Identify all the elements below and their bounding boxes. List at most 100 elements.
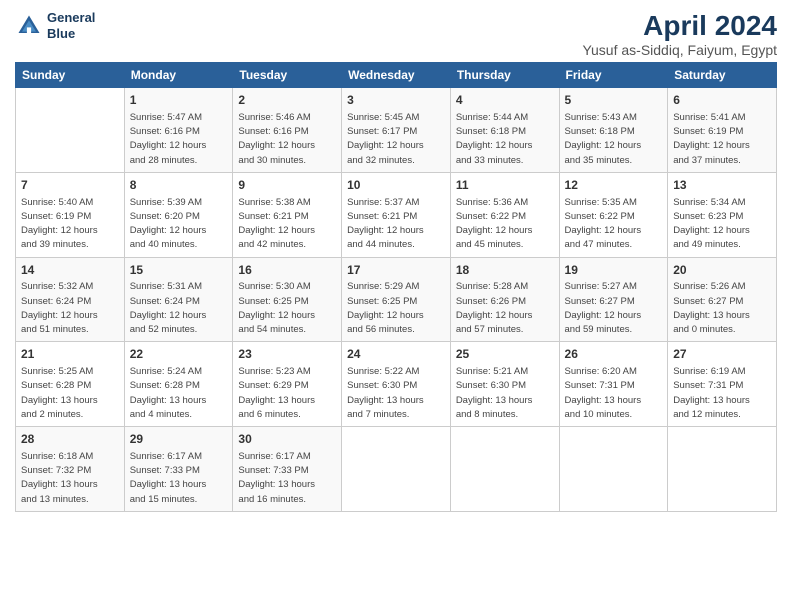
info-line: Daylight: 12 hours [21, 309, 119, 323]
day-info: Sunrise: 6:18 AMSunset: 7:32 PMDaylight:… [21, 450, 119, 507]
info-line: Sunset: 6:16 PM [130, 125, 228, 139]
day-number: 17 [347, 262, 445, 279]
day-cell: 11Sunrise: 5:36 AMSunset: 6:22 PMDayligh… [450, 172, 559, 257]
info-line: Sunset: 6:17 PM [347, 125, 445, 139]
day-cell: 25Sunrise: 5:21 AMSunset: 6:30 PMDayligh… [450, 342, 559, 427]
day-number: 26 [565, 346, 663, 363]
info-line: Sunset: 6:25 PM [347, 295, 445, 309]
day-cell: 29 Sunrise: 6:17 AMSunset: 7:33 PMDayligh… [124, 427, 233, 512]
info-line: Daylight: 13 hours [238, 478, 336, 492]
info-line: Daylight: 12 hours [565, 309, 663, 323]
info-line: Sunrise: 5:47 AM [130, 111, 228, 125]
day-info: Sunrise: 6:17 AMSunset: 7:33 PMDaylight:… [130, 450, 228, 507]
calendar-body: 1Sunrise: 5:47 AMSunset: 6:16 PMDaylight… [16, 88, 777, 512]
info-line: Daylight: 13 hours [565, 394, 663, 408]
day-info: Sunrise: 5:22 AMSunset: 6:30 PMDaylight:… [347, 365, 445, 422]
day-info: Sunrise: 5:34 AMSunset: 6:23 PMDaylight:… [673, 196, 771, 253]
info-line: Sunrise: 5:34 AM [673, 196, 771, 210]
info-line: Sunset: 7:33 PM [130, 464, 228, 478]
day-info: Sunrise: 5:35 AMSunset: 6:22 PMDaylight:… [565, 196, 663, 253]
day-info: Sunrise: 5:25 AMSunset: 6:28 PMDaylight:… [21, 365, 119, 422]
info-line: Daylight: 13 hours [347, 394, 445, 408]
info-line: Daylight: 12 hours [130, 309, 228, 323]
info-line: Sunrise: 6:17 AM [238, 450, 336, 464]
logo-line2: Blue [47, 26, 95, 42]
day-cell: 15Sunrise: 5:31 AMSunset: 6:24 PMDayligh… [124, 257, 233, 342]
calendar-title: April 2024 [582, 10, 777, 42]
info-line: and 39 minutes. [21, 238, 119, 252]
day-cell: 4Sunrise: 5:44 AMSunset: 6:18 PMDaylight… [450, 88, 559, 173]
info-line: Sunrise: 5:32 AM [21, 280, 119, 294]
info-line: and 40 minutes. [130, 238, 228, 252]
info-line: Sunset: 7:31 PM [673, 379, 771, 393]
info-line: Daylight: 13 hours [130, 394, 228, 408]
day-cell: 2Sunrise: 5:46 AMSunset: 6:16 PMDaylight… [233, 88, 342, 173]
info-line: Sunset: 6:19 PM [673, 125, 771, 139]
day-info: Sunrise: 5:28 AMSunset: 6:26 PMDaylight:… [456, 280, 554, 337]
logo-icon [15, 12, 43, 40]
info-line: and 28 minutes. [130, 154, 228, 168]
info-line: and 4 minutes. [130, 408, 228, 422]
day-cell [559, 427, 668, 512]
info-line: Sunset: 6:30 PM [456, 379, 554, 393]
info-line: Daylight: 12 hours [130, 224, 228, 238]
info-line: Sunrise: 5:44 AM [456, 111, 554, 125]
info-line: and 35 minutes. [565, 154, 663, 168]
day-number: 27 [673, 346, 771, 363]
info-line: Sunrise: 6:20 AM [565, 365, 663, 379]
info-line: and 47 minutes. [565, 238, 663, 252]
day-cell: 1Sunrise: 5:47 AMSunset: 6:16 PMDaylight… [124, 88, 233, 173]
info-line: Sunset: 6:18 PM [565, 125, 663, 139]
info-line: Sunrise: 6:18 AM [21, 450, 119, 464]
header: General Blue April 2024 Yusuf as-Siddiq,… [15, 10, 777, 58]
info-line: Daylight: 13 hours [673, 309, 771, 323]
info-line: Sunset: 6:16 PM [238, 125, 336, 139]
day-info: Sunrise: 5:27 AMSunset: 6:27 PMDaylight:… [565, 280, 663, 337]
info-line: Sunrise: 5:26 AM [673, 280, 771, 294]
info-line: Sunset: 6:20 PM [130, 210, 228, 224]
day-info: Sunrise: 6:19 AMSunset: 7:31 PMDaylight:… [673, 365, 771, 422]
logo-line1: General [47, 10, 95, 26]
info-line: Sunrise: 5:43 AM [565, 111, 663, 125]
week-row-2: 7Sunrise: 5:40 AMSunset: 6:19 PMDaylight… [16, 172, 777, 257]
info-line: and 30 minutes. [238, 154, 336, 168]
info-line: Sunset: 6:24 PM [21, 295, 119, 309]
info-line: Sunset: 6:21 PM [347, 210, 445, 224]
info-line: Daylight: 12 hours [456, 139, 554, 153]
day-cell: 23Sunrise: 5:23 AMSunset: 6:29 PMDayligh… [233, 342, 342, 427]
day-number: 11 [456, 177, 554, 194]
day-cell: 19Sunrise: 5:27 AMSunset: 6:27 PMDayligh… [559, 257, 668, 342]
day-number: 16 [238, 262, 336, 279]
day-cell: 10Sunrise: 5:37 AMSunset: 6:21 PMDayligh… [342, 172, 451, 257]
day-number: 3 [347, 92, 445, 109]
info-line: Daylight: 12 hours [238, 224, 336, 238]
info-line: Sunrise: 6:19 AM [673, 365, 771, 379]
day-cell: 16Sunrise: 5:30 AMSunset: 6:25 PMDayligh… [233, 257, 342, 342]
info-line: and 49 minutes. [673, 238, 771, 252]
info-line: Sunset: 7:33 PM [238, 464, 336, 478]
day-number: 28 [21, 431, 119, 448]
day-info: Sunrise: 5:31 AMSunset: 6:24 PMDaylight:… [130, 280, 228, 337]
day-cell [16, 88, 125, 173]
day-info: Sunrise: 6:17 AMSunset: 7:33 PMDaylight:… [238, 450, 336, 507]
info-line: Daylight: 12 hours [565, 139, 663, 153]
day-number: 18 [456, 262, 554, 279]
info-line: Daylight: 12 hours [130, 139, 228, 153]
day-number: 29 [130, 431, 228, 448]
info-line: and 15 minutes. [130, 493, 228, 507]
day-number: 22 [130, 346, 228, 363]
info-line: and 56 minutes. [347, 323, 445, 337]
header-cell-wednesday: Wednesday [342, 63, 451, 88]
info-line: Daylight: 12 hours [21, 224, 119, 238]
info-line: Sunrise: 5:22 AM [347, 365, 445, 379]
info-line: Sunset: 6:28 PM [130, 379, 228, 393]
day-cell: 20Sunrise: 5:26 AMSunset: 6:27 PMDayligh… [668, 257, 777, 342]
day-number: 19 [565, 262, 663, 279]
info-line: Sunrise: 5:24 AM [130, 365, 228, 379]
info-line: Sunset: 6:25 PM [238, 295, 336, 309]
info-line: and 7 minutes. [347, 408, 445, 422]
info-line: Sunrise: 5:46 AM [238, 111, 336, 125]
info-line: and 59 minutes. [565, 323, 663, 337]
header-cell-friday: Friday [559, 63, 668, 88]
day-cell: 21Sunrise: 5:25 AMSunset: 6:28 PMDayligh… [16, 342, 125, 427]
